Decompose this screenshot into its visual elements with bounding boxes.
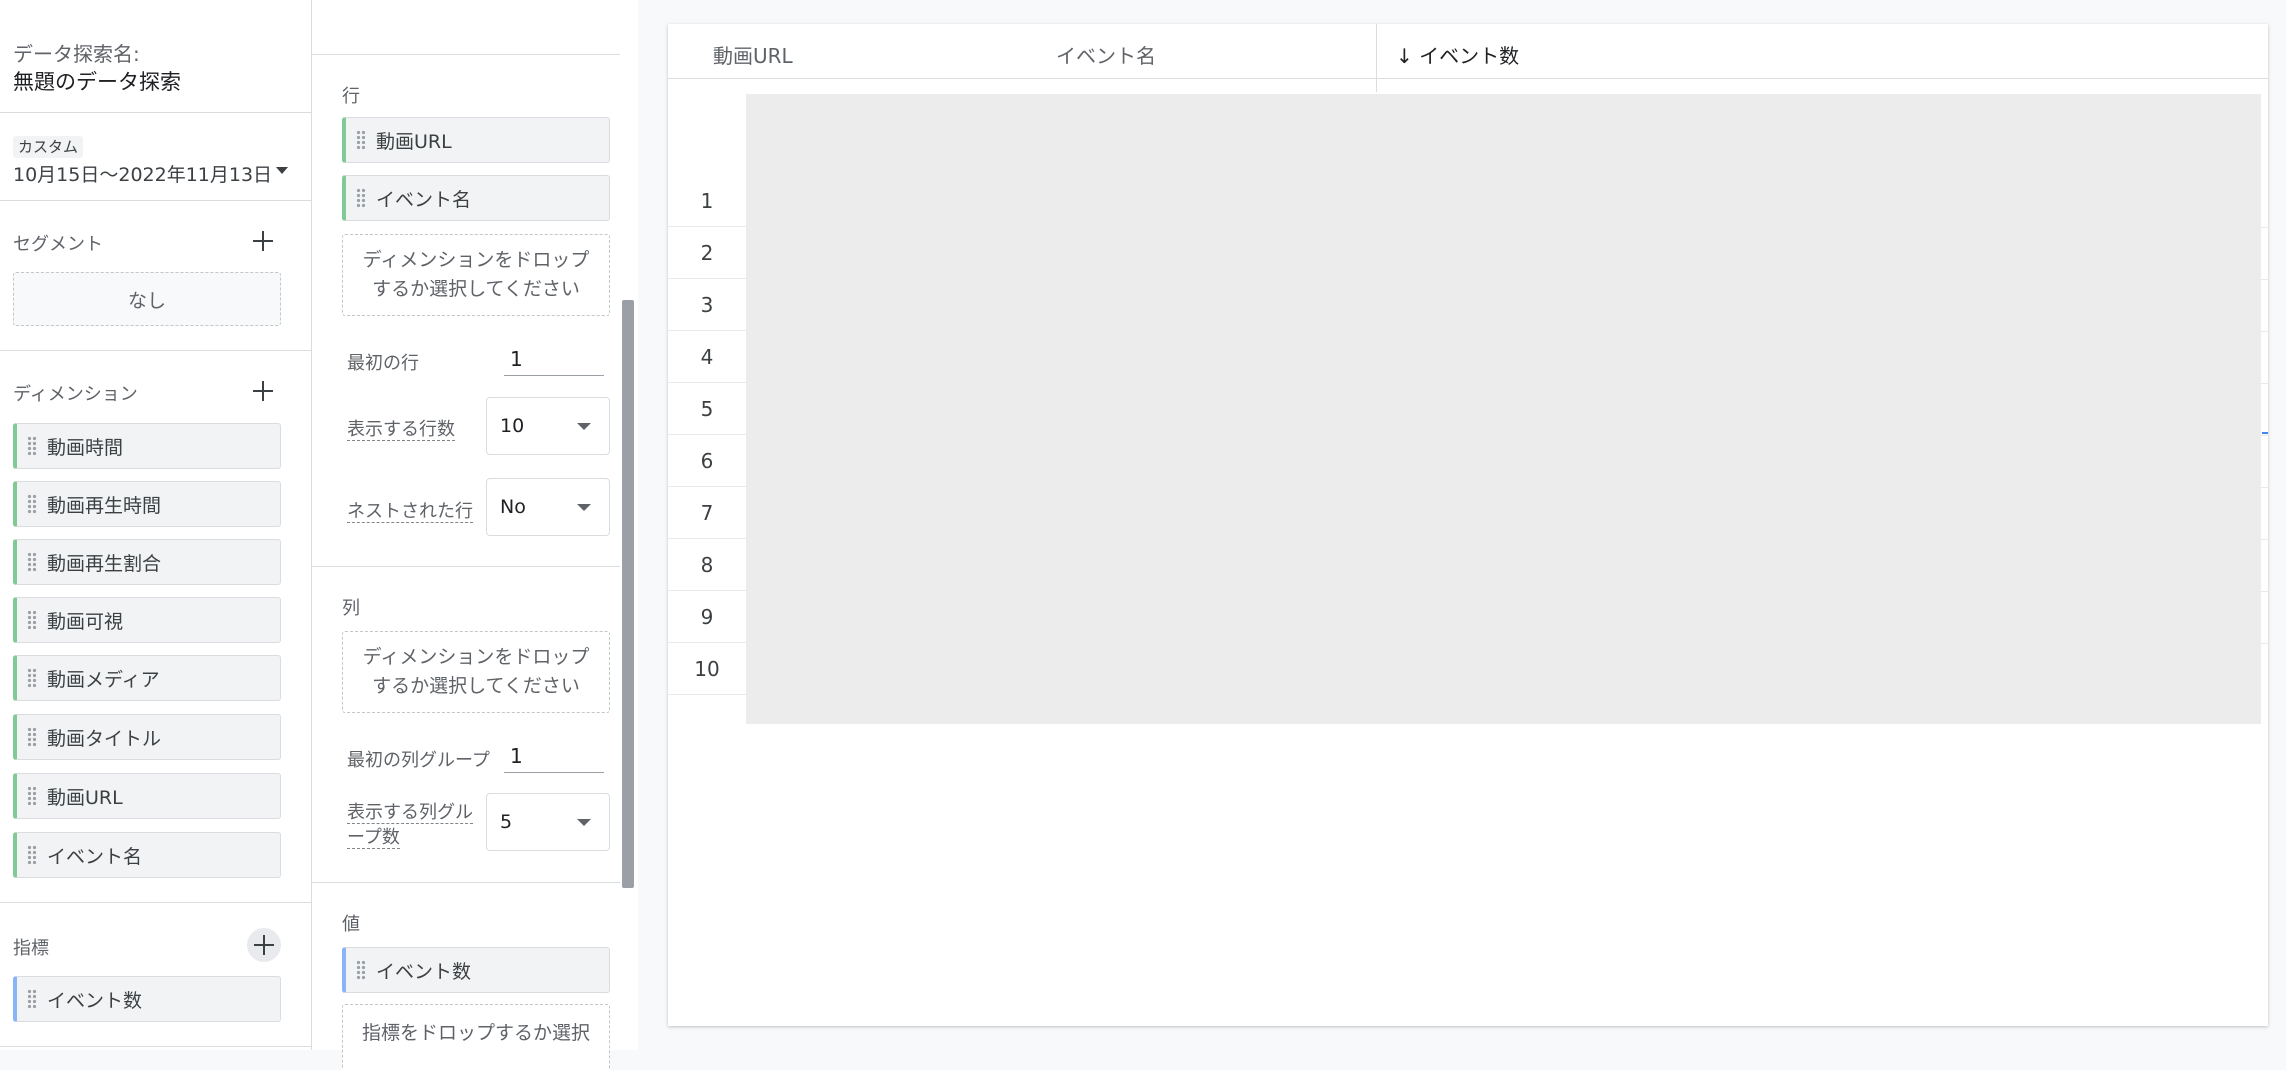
column-header-video-url[interactable]: 動画URL [713, 40, 793, 69]
columns-drop-zone[interactable]: ディメンションをドロップするか選択してください [342, 631, 610, 713]
first-col-group-label: 最初の列グループ [347, 750, 490, 771]
dimension-chip[interactable]: 動画再生時間 [13, 481, 281, 527]
divider [312, 882, 620, 883]
nested-rows-label: ネストされた行 [347, 501, 473, 523]
dimension-chip[interactable]: 動画再生割合 [13, 539, 281, 585]
values-drop-zone[interactable]: 指標をドロップするか選択 [342, 1004, 610, 1070]
dimension-chip[interactable]: イベント名 [13, 832, 281, 878]
dropdown-arrow-icon [577, 423, 591, 430]
add-segment-plus-icon[interactable] [251, 229, 275, 253]
show-rows-select[interactable]: 10 [486, 397, 610, 455]
drag-handle-icon[interactable] [27, 494, 37, 514]
show-col-groups-label: 表示する列グル ープ数 [347, 802, 473, 849]
caret-down-icon [276, 167, 289, 174]
drag-handle-icon[interactable] [27, 552, 37, 572]
table-loading-placeholder [746, 94, 2261, 724]
row-number: 2 [668, 227, 746, 279]
dropdown-arrow-icon [577, 819, 591, 826]
column-header-event-count[interactable]: ↓ イベント数 [1396, 40, 1519, 69]
drag-handle-icon[interactable] [27, 727, 37, 747]
dimension-chip[interactable]: 動画時間 [13, 423, 281, 469]
metric-chip[interactable]: イベント数 [13, 976, 281, 1022]
rows-drop-zone[interactable]: ディメンションをドロップするか選択してください [342, 234, 610, 316]
dimension-chip[interactable]: 動画メディア [13, 655, 281, 701]
divider [312, 54, 620, 55]
show-col-groups-select[interactable]: 5 [486, 793, 610, 851]
drag-handle-icon[interactable] [27, 845, 37, 865]
row-number: 6 [668, 435, 746, 487]
add-dimension-plus-icon[interactable] [251, 379, 275, 403]
dropdown-arrow-icon [577, 504, 591, 511]
drag-handle-icon[interactable] [27, 668, 37, 688]
divider [0, 112, 311, 113]
divider [0, 902, 311, 903]
date-range-text: 10月15日～2022年11月13日 [13, 164, 273, 186]
row-number: 1 [668, 175, 746, 227]
settings-scrollbar[interactable] [622, 300, 634, 888]
header-divider [668, 78, 2268, 79]
resize-handle[interactable] [2262, 432, 2268, 434]
drag-handle-icon[interactable] [356, 960, 366, 980]
rows-title: 行 [342, 86, 360, 107]
row-dimension-chip[interactable]: 動画URL [342, 117, 610, 163]
canvas-top-strip [668, 0, 2268, 24]
row-number: 8 [668, 539, 746, 591]
date-range-picker[interactable]: 10月15日～2022年11月13日 [13, 160, 289, 187]
first-row-input[interactable]: 1 [504, 342, 604, 376]
divider [0, 1046, 311, 1047]
free-form-table: 動画URL イベント名 ↓ イベント数 1 2 3 4 5 6 7 8 9 10 [668, 24, 2268, 1026]
explore-name[interactable]: 無題のデータ探索 [13, 66, 181, 96]
sort-arrow-icon: ↓ [1396, 44, 1413, 68]
dimension-chip[interactable]: 動画タイトル [13, 714, 281, 760]
segments-title: セグメント [13, 234, 103, 255]
dimensions-title: ディメンション [13, 384, 138, 405]
drag-handle-icon[interactable] [356, 188, 366, 208]
drag-handle-icon[interactable] [356, 130, 366, 150]
dimension-chip[interactable]: 動画可視 [13, 597, 281, 643]
dimension-chip[interactable]: 動画URL [13, 773, 281, 819]
column-header-event-name[interactable]: イベント名 [1056, 40, 1156, 69]
first-row-label: 最初の行 [347, 353, 419, 374]
row-number: 10 [668, 643, 746, 695]
value-metric-chip[interactable]: イベント数 [342, 947, 610, 993]
segments-empty: なし [13, 272, 281, 326]
row-number: 3 [668, 279, 746, 331]
values-title: 値 [342, 914, 360, 935]
divider [0, 350, 311, 351]
nested-rows-select[interactable]: No [486, 478, 610, 536]
drag-handle-icon[interactable] [27, 436, 37, 456]
row-number: 5 [668, 383, 746, 435]
row-number: 4 [668, 331, 746, 383]
explore-name-label: データ探索名: [13, 42, 140, 66]
show-rows-label: 表示する行数 [347, 419, 455, 441]
add-metric-plus-icon[interactable] [247, 928, 281, 962]
divider [0, 200, 311, 201]
metrics-title: 指標 [13, 938, 49, 959]
row-dimension-chip[interactable]: イベント名 [342, 175, 610, 221]
drag-handle-icon[interactable] [27, 786, 37, 806]
column-divider [1376, 24, 1377, 92]
row-number: 7 [668, 487, 746, 539]
tab-settings-panel: 行 動画URL イベント名 ディメンションをドロップするか選択してください 最初… [311, 0, 638, 1070]
columns-title: 列 [342, 598, 360, 619]
divider [312, 566, 620, 567]
variables-panel: データ探索名: 無題のデータ探索 カスタム 10月15日～2022年11月13日… [0, 0, 311, 1050]
date-custom-chip: カスタム [13, 136, 84, 158]
drag-handle-icon[interactable] [27, 989, 37, 1009]
first-col-group-input[interactable]: 1 [504, 739, 604, 773]
row-number: 9 [668, 591, 746, 643]
drag-handle-icon[interactable] [27, 610, 37, 630]
